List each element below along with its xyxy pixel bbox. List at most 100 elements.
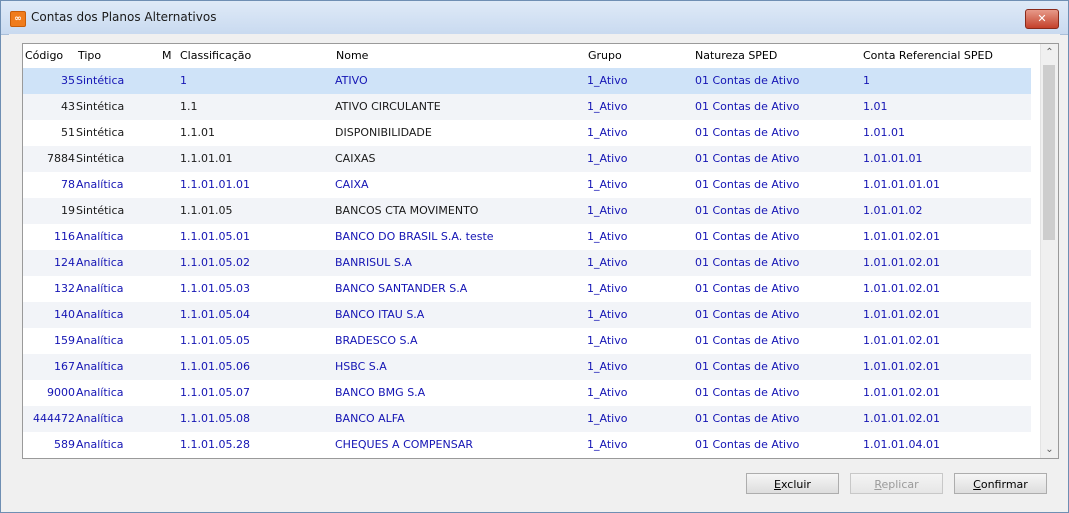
cell-grupo: 1_Ativo xyxy=(587,100,628,113)
cell-nome: BANCO ITAU S.A xyxy=(335,308,425,321)
title-bar[interactable]: ∞ Contas dos Planos Alternativos ✕ xyxy=(1,1,1068,35)
cell-tipo: Sintética xyxy=(76,74,125,87)
cell-conta-referencial: 1.01.01.01.01 xyxy=(863,178,940,191)
cell-codigo: 7884 xyxy=(47,152,75,165)
table-row[interactable]: 132 Analítica 1.1.01.05.03 BANCO SANTANDER … xyxy=(23,276,1031,302)
cell-codigo: 51 xyxy=(61,126,75,139)
cell-codigo: 444472 xyxy=(33,412,75,425)
cell-conta-referencial: 1.01.01.02 xyxy=(863,204,923,217)
excluir-label: xcluir xyxy=(780,478,811,491)
cell-codigo: 124 xyxy=(54,256,75,269)
excluir-accel: E xyxy=(774,478,781,491)
cell-conta-referencial: 1 xyxy=(863,74,870,87)
cell-nome: BANCO ALFA xyxy=(335,412,405,425)
table-row[interactable]: 43 Sintética 1.1 ATIVO CIRCULANTE 1_Ativo 01 … xyxy=(23,94,1031,120)
cell-nome: BRADESCO S.A xyxy=(335,334,418,347)
cell-grupo: 1_Ativo xyxy=(587,282,628,295)
window-title: Contas dos Planos Alternativos xyxy=(31,10,217,24)
cell-classificacao: 1.1.01.05 xyxy=(180,204,233,217)
cell-classificacao: 1.1.01.05.04 xyxy=(180,308,250,321)
column-header-grupo[interactable]: Grupo xyxy=(588,44,622,68)
chevron-up-icon[interactable]: ⌃ xyxy=(1041,44,1058,61)
cell-tipo: Analítica xyxy=(76,438,124,451)
cell-tipo: Analítica xyxy=(76,412,124,425)
dialog-window: ∞ Contas dos Planos Alternativos ✕ Códig… xyxy=(0,0,1069,513)
cell-classificacao: 1 xyxy=(180,74,187,87)
close-button[interactable]: ✕ xyxy=(1025,9,1059,29)
scrollbar-thumb[interactable] xyxy=(1043,65,1055,240)
cell-tipo: Analítica xyxy=(76,282,124,295)
replicar-button[interactable]: Replicar xyxy=(850,473,943,494)
table-row[interactable]: 19 Sintética 1.1.01.05 BANCOS CTA MOVIMENTO… xyxy=(23,198,1031,224)
vertical-scrollbar[interactable]: ⌃ ⌄ xyxy=(1040,44,1058,458)
column-header-natureza-sped[interactable]: Natureza SPED xyxy=(695,44,777,68)
chevron-down-icon[interactable]: ⌄ xyxy=(1041,441,1058,458)
cell-nome: ATIVO xyxy=(335,74,368,87)
table-row[interactable]: 140 Analítica 1.1.01.05.04 BANCO ITAU S.A 1_… xyxy=(23,302,1031,328)
cell-classificacao: 1.1.01.01.01 xyxy=(180,178,250,191)
cell-codigo: 19 xyxy=(61,204,75,217)
table-row[interactable]: 78 Analítica 1.1.01.01.01 CAIXA 1_Ativo 01 Co… xyxy=(23,172,1031,198)
table-row[interactable]: 167 Analítica 1.1.01.05.06 HSBC S.A 1_Ativo 0… xyxy=(23,354,1031,380)
cell-nome: CAIXAS xyxy=(335,152,376,165)
cell-codigo: 132 xyxy=(54,282,75,295)
cell-conta-referencial: 1.01.01.04.01 xyxy=(863,438,940,451)
cell-grupo: 1_Ativo xyxy=(587,152,628,165)
grid-rows: 35 Sintética 1 ATIVO 1_Ativo 01 Contas de Ati… xyxy=(23,68,1031,458)
cell-classificacao: 1.1.01.05.07 xyxy=(180,386,250,399)
cell-codigo: 159 xyxy=(54,334,75,347)
cell-natureza-sped: 01 Contas de Ativo xyxy=(695,412,800,425)
cell-classificacao: 1.1.01.05.28 xyxy=(180,438,250,451)
cell-codigo: 167 xyxy=(54,360,75,373)
table-row[interactable]: 159 Analítica 1.1.01.05.05 BRADESCO S.A 1_At… xyxy=(23,328,1031,354)
table-row[interactable]: 444472 Analítica 1.1.01.05.08 BANCO ALFA 1_A… xyxy=(23,406,1031,432)
column-header-conta-referencial[interactable]: Conta Referencial SPED xyxy=(863,44,993,68)
cell-conta-referencial: 1.01.01.02.01 xyxy=(863,334,940,347)
app-icon: ∞ xyxy=(10,11,26,27)
cell-conta-referencial: 1.01.01.02.01 xyxy=(863,412,940,425)
column-header-m[interactable]: M xyxy=(162,44,172,68)
cell-natureza-sped: 01 Contas de Ativo xyxy=(695,126,800,139)
cell-tipo: Analítica xyxy=(76,256,124,269)
cell-conta-referencial: 1.01.01 xyxy=(863,126,905,139)
excluir-button[interactable]: Excluir xyxy=(746,473,839,494)
column-header-tipo[interactable]: Tipo xyxy=(78,44,101,68)
cell-nome: BANCOS CTA MOVIMENTO xyxy=(335,204,479,217)
cell-classificacao: 1.1.01.05.03 xyxy=(180,282,250,295)
table-row[interactable]: 51 Sintética 1.1.01 DISPONIBILIDADE 1_Ativo 0… xyxy=(23,120,1031,146)
cell-tipo: Sintética xyxy=(76,204,125,217)
confirmar-button[interactable]: Confirmar xyxy=(954,473,1047,494)
table-row[interactable]: 116 Analítica 1.1.01.05.01 BANCO DO BRASIL … xyxy=(23,224,1031,250)
table-row[interactable]: 35 Sintética 1 ATIVO 1_Ativo 01 Contas de Ati… xyxy=(23,68,1031,94)
cell-nome: DISPONIBILIDADE xyxy=(335,126,432,139)
table-row[interactable]: 7884 Sintética 1.1.01.01 CAIXAS 1_Ativo 01 Co… xyxy=(23,146,1031,172)
cell-conta-referencial: 1.01.01.02.01 xyxy=(863,256,940,269)
cell-grupo: 1_Ativo xyxy=(587,74,628,87)
cell-grupo: 1_Ativo xyxy=(587,126,628,139)
cell-natureza-sped: 01 Contas de Ativo xyxy=(695,386,800,399)
cell-nome: CAIXA xyxy=(335,178,369,191)
cell-conta-referencial: 1.01.01.02.01 xyxy=(863,308,940,321)
cell-grupo: 1_Ativo xyxy=(587,230,628,243)
cell-conta-referencial: 1.01.01.02.01 xyxy=(863,230,940,243)
table-row[interactable]: 9000 Analítica 1.1.01.05.07 BANCO BMG S.A 1_… xyxy=(23,380,1031,406)
cell-natureza-sped: 01 Contas de Ativo xyxy=(695,308,800,321)
table-row[interactable]: 124 Analítica 1.1.01.05.02 BANRISUL S.A 1_At… xyxy=(23,250,1031,276)
cell-tipo: Sintética xyxy=(76,100,125,113)
cell-tipo: Sintética xyxy=(76,126,125,139)
cell-nome: ATIVO CIRCULANTE xyxy=(335,100,441,113)
cell-tipo: Analítica xyxy=(76,334,124,347)
column-header-classificacao[interactable]: Classificação xyxy=(180,44,251,68)
column-header-codigo[interactable]: Código xyxy=(25,44,63,68)
table-row[interactable]: 589 Analítica 1.1.01.05.28 CHEQUES A COMPEN… xyxy=(23,432,1031,458)
cell-natureza-sped: 01 Contas de Ativo xyxy=(695,204,800,217)
cell-classificacao: 1.1.01.01 xyxy=(180,152,233,165)
cell-natureza-sped: 01 Contas de Ativo xyxy=(695,360,800,373)
cell-tipo: Analítica xyxy=(76,178,124,191)
cell-natureza-sped: 01 Contas de Ativo xyxy=(695,178,800,191)
cell-grupo: 1_Ativo xyxy=(587,204,628,217)
column-header-nome[interactable]: Nome xyxy=(336,44,368,68)
cell-tipo: Sintética xyxy=(76,152,125,165)
cell-classificacao: 1.1.01.05.08 xyxy=(180,412,250,425)
cell-natureza-sped: 01 Contas de Ativo xyxy=(695,256,800,269)
